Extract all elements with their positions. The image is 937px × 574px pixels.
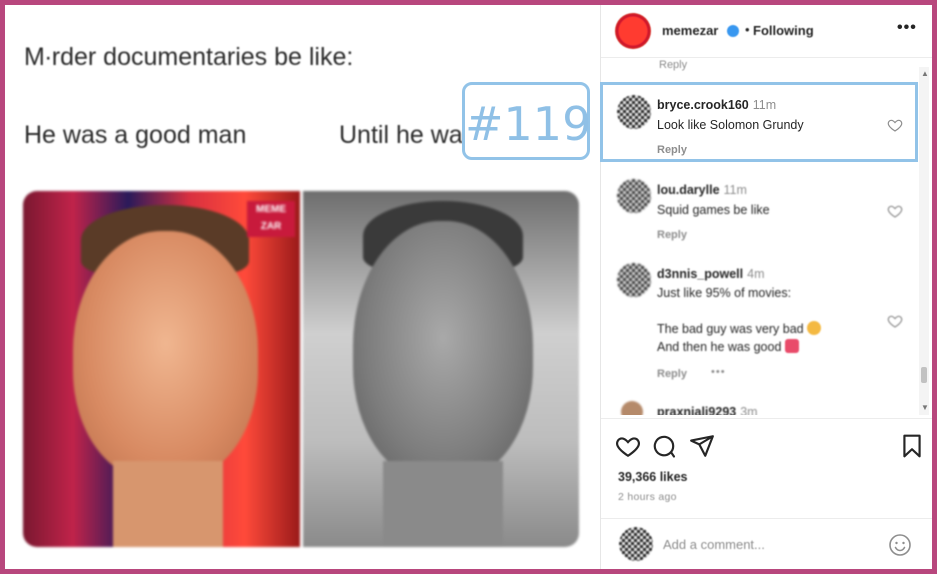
comment-more-icon[interactable]: ••• [711,366,726,378]
heart-icon[interactable] [887,313,903,329]
account-avatar[interactable] [615,13,651,49]
scroll-up-icon[interactable]: ▲ [921,69,929,78]
comment-text: Squid games be like [657,203,770,217]
likes-count[interactable]: 39,366 likes [618,470,688,484]
tweet-text-left: He was a good man [24,121,247,149]
commenter-username-text[interactable]: d3nnis_powell [657,267,743,281]
highlight-box [600,82,918,162]
brand-logo-top: MEME [256,204,286,215]
reply-button-previous[interactable]: Reply [659,59,687,71]
scared-emoji-icon [807,321,822,335]
header-separator: • [745,22,750,37]
account-username[interactable]: memezar [662,23,718,38]
bookmark-icon[interactable] [899,433,925,459]
brand-logo: MEME ZAR [247,201,295,237]
commenter-avatar[interactable] [617,179,651,213]
post-timestamp: 2 hours ago [618,491,677,503]
face-frowning [353,221,533,481]
tweet-text-right: Until he wa [339,121,463,149]
share-icon[interactable] [689,433,715,459]
post-image: M∙rder documentaries be like: He was a g… [5,5,600,569]
comment-text-line: Just like 95% of movies: [657,286,792,300]
heart-icon[interactable] [887,203,903,219]
comment-text-line: And then he was good [657,337,799,357]
commenter-avatar[interactable] [617,263,651,297]
reply-button[interactable]: Reply [657,368,687,380]
commenter-username[interactable]: praxnjali9293 3m [657,405,758,415]
comment-text-line: The bad guy was very bad [657,319,822,339]
commenter-avatar[interactable] [621,401,643,415]
comment-text-line-3: And then he was good [657,340,782,354]
commenter-username[interactable]: lou.darylle 11m [657,183,747,197]
comment-text-line-2: The bad guy was very bad [657,322,804,336]
heart-emoji-icon [784,339,799,353]
comments-scrollbar[interactable] [919,67,929,415]
tweet-text-title: M∙rder documentaries be like: [24,43,354,71]
following-button[interactable]: Following [753,23,814,38]
comment-time: 4m [747,267,765,281]
action-bar: 39,366 likes 2 hours ago [601,418,932,519]
reply-button[interactable]: Reply [657,229,687,241]
comment-icon[interactable] [651,433,677,459]
post-header: memezar • Following ••• [601,5,932,58]
commenter-username-text[interactable]: lou.darylle [657,183,720,197]
user-avatar [619,527,653,561]
more-options-icon[interactable]: ••• [897,19,917,37]
step-number-overlay: #119 [462,82,591,160]
screen-frame: M∙rder documentaries be like: He was a g… [5,5,932,569]
scroll-thumb[interactable] [921,367,927,383]
add-comment-input[interactable] [661,531,875,557]
like-heart-icon[interactable] [615,433,641,459]
neck-shape [113,461,223,547]
verified-badge-icon [727,25,739,37]
face-smiling [73,231,258,481]
commenter-username[interactable]: d3nnis_powell 4m [657,267,765,281]
commenter-username-text[interactable]: praxnjali9293 [657,405,736,415]
meme-photos: MEME ZAR [23,191,579,547]
comment-time: 11m [723,183,747,197]
scroll-down-icon[interactable]: ▼ [921,403,929,412]
comment-time: 3m [740,405,758,415]
brand-logo-bottom: ZAR [260,221,282,232]
add-comment-bar [601,518,932,569]
neck-shape-gray [383,461,503,547]
emoji-smiley-icon[interactable] [888,533,912,557]
